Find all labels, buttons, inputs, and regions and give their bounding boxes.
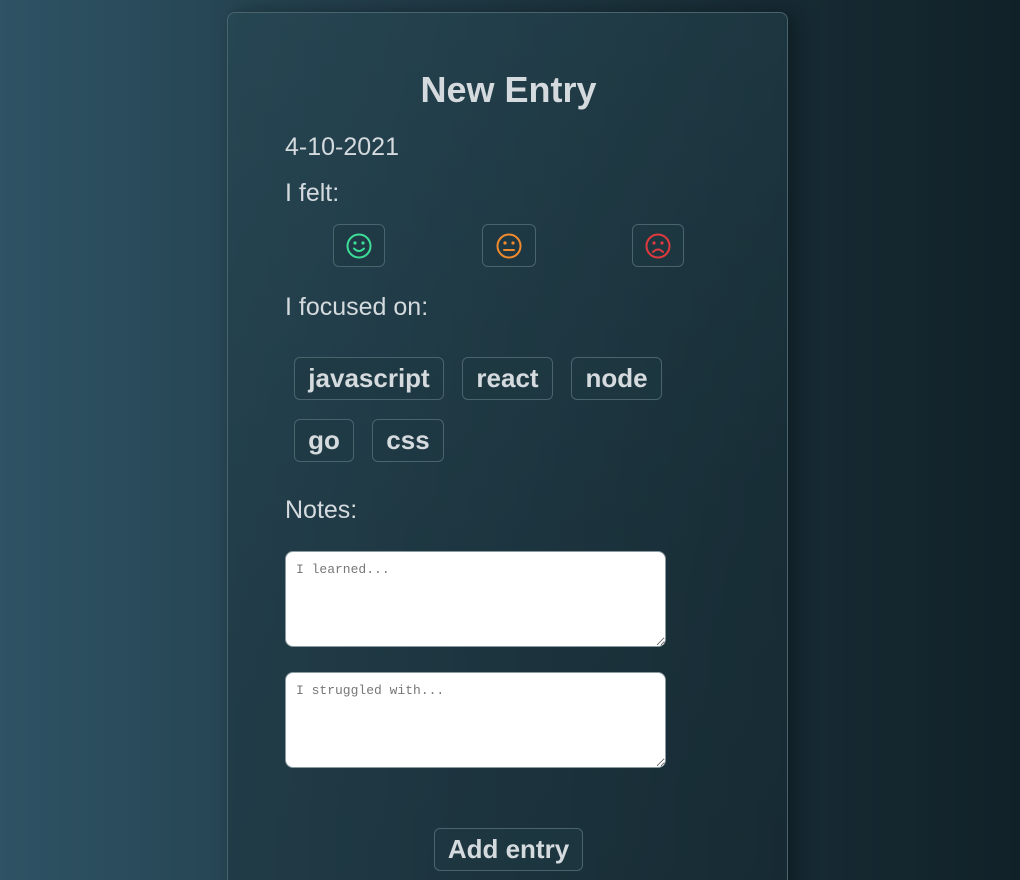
focus-label: I focused on: <box>285 293 429 321</box>
mood-happy-button[interactable] <box>333 224 385 267</box>
mood-neutral-button[interactable] <box>482 224 536 267</box>
neutral-face-icon <box>496 233 522 258</box>
felt-label: I felt: <box>285 179 340 207</box>
sad-face-icon <box>645 233 671 258</box>
add-entry-button[interactable]: Add entry <box>434 828 583 871</box>
tag-go[interactable]: go <box>294 419 354 462</box>
learned-textarea[interactable] <box>285 551 666 647</box>
notes-label: Notes: <box>285 496 358 524</box>
mood-sad-button[interactable] <box>632 224 684 267</box>
entry-date: 4-10-2021 <box>285 133 399 161</box>
page-title: New Entry <box>420 69 597 110</box>
smiley-face-icon <box>346 233 372 258</box>
tag-css[interactable]: css <box>372 419 444 462</box>
tag-react[interactable]: react <box>462 357 553 400</box>
new-entry-card: New Entry 4-10-2021 I felt: I focused on… <box>227 12 788 880</box>
struggled-textarea[interactable] <box>285 672 666 768</box>
tag-node[interactable]: node <box>571 357 662 400</box>
tag-javascript[interactable]: javascript <box>294 357 444 400</box>
